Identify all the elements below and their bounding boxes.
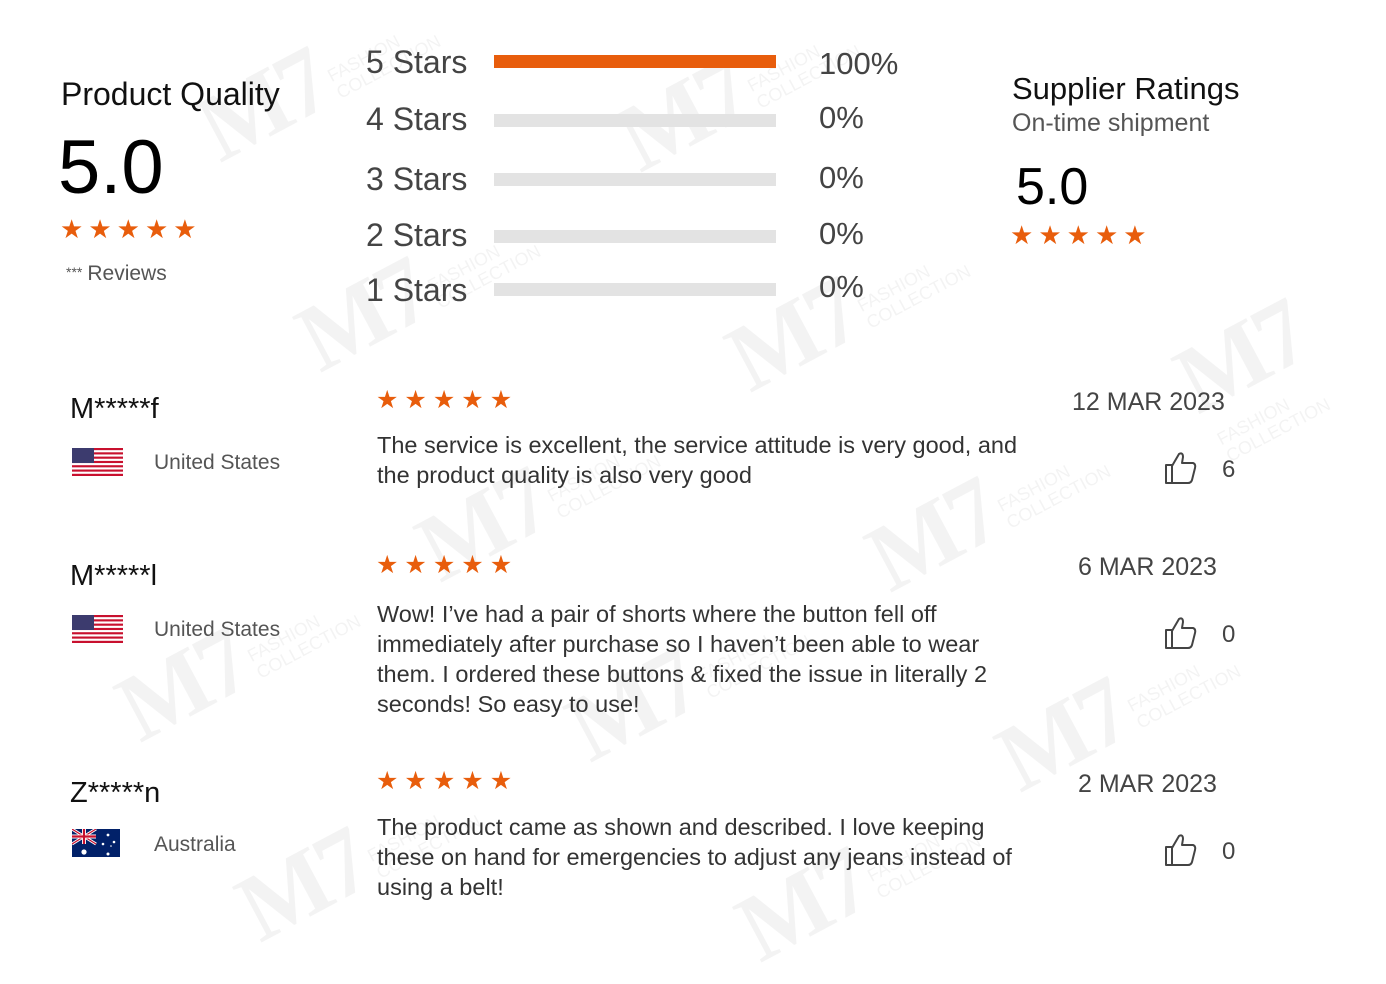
supplier-stars: ★ ★ ★ ★ ★ [1010, 220, 1152, 251]
distribution-bar-fill [494, 55, 776, 68]
thumbs-up-icon[interactable] [1164, 615, 1198, 651]
star-icon: ★ [376, 767, 399, 795]
distribution-bar [494, 114, 776, 127]
likes-count: 6 [1222, 456, 1236, 483]
star-icon: ★ [461, 551, 484, 579]
distribution-percent: 0% [819, 160, 864, 195]
star-icon: ★ [60, 214, 84, 244]
star-icon: ★ [376, 386, 399, 414]
product-quality-title: Product Quality [61, 76, 280, 112]
star-icon: ★ [376, 551, 399, 579]
review-stars: ★ ★ ★ ★ ★ [376, 385, 518, 415]
distribution-label: 1 Stars [366, 272, 468, 308]
reviews-count-mask: *** [66, 264, 83, 280]
us-flag-icon [72, 615, 123, 643]
supplier-ratings-subtitle: On-time shipment [1012, 109, 1210, 137]
star-icon: ★ [489, 386, 513, 414]
star-icon: ★ [116, 214, 140, 244]
thumbs-up-icon[interactable] [1164, 450, 1198, 486]
likes-count: 0 [1222, 838, 1236, 865]
review-text: The product came as shown and described.… [377, 814, 1012, 900]
review-text: Wow! I’ve had a pair of shorts where the… [377, 601, 988, 717]
distribution-percent: 0% [819, 216, 864, 251]
reviewer-name: Z*****n [70, 777, 161, 809]
star-icon: ★ [144, 214, 169, 244]
distribution-label: 4 Stars [366, 101, 468, 137]
distribution-label: 3 Stars [366, 161, 468, 197]
distribution-bar [494, 283, 776, 296]
likes-count: 0 [1222, 621, 1236, 648]
star-icon: ★ [88, 214, 112, 244]
star-icon: ★ [404, 551, 427, 579]
star-icon: ★ [461, 767, 484, 795]
star-icon: ★ [1066, 220, 1090, 250]
review-text: The service is excellent, the service at… [377, 432, 1018, 488]
review-stars: ★ ★ ★ ★ ★ [376, 766, 518, 796]
star-icon: ★ [489, 767, 513, 795]
au-flag-icon [72, 829, 120, 857]
star-icon: ★ [432, 551, 456, 579]
watermark-logo: M7FASHIONCOLLECTION [1157, 240, 1386, 469]
supplier-score: 5.0 [1016, 158, 1089, 216]
star-icon: ★ [404, 386, 427, 414]
reviews-count-link[interactable]: *** Reviews [66, 262, 167, 286]
thumbs-up-icon[interactable] [1164, 832, 1198, 868]
review-date: 6 MAR 2023 [1078, 553, 1217, 581]
distribution-label: 5 Stars [366, 44, 468, 80]
distribution-bar [494, 230, 776, 243]
product-quality-score: 5.0 [58, 125, 164, 210]
reviewer-country: United States [154, 451, 281, 474]
star-icon: ★ [173, 214, 197, 244]
star-icon: ★ [1123, 220, 1147, 250]
reviewer-name: M*****l [70, 560, 158, 592]
review-stars: ★ ★ ★ ★ ★ [376, 550, 518, 580]
distribution-bar [494, 55, 776, 68]
product-quality-stars: ★ ★ ★ ★ ★ [60, 214, 202, 245]
star-icon: ★ [1038, 220, 1062, 250]
reviewer-country: Australia [154, 833, 236, 856]
star-icon: ★ [489, 551, 513, 579]
star-icon: ★ [1010, 220, 1034, 250]
review-date: 2 MAR 2023 [1078, 770, 1217, 798]
distribution-percent: 0% [819, 100, 864, 135]
star-icon: ★ [461, 386, 484, 414]
star-icon: ★ [432, 386, 456, 414]
star-icon: ★ [432, 767, 456, 795]
reviews-label: Reviews [87, 262, 167, 285]
distribution-percent: 0% [819, 269, 864, 304]
distribution-bar [494, 173, 776, 186]
review-date: 12 MAR 2023 [1072, 388, 1225, 416]
reviewer-name: M*****f [70, 393, 159, 425]
us-flag-icon [72, 448, 123, 476]
star-icon: ★ [1094, 220, 1119, 250]
star-icon: ★ [404, 767, 427, 795]
supplier-ratings-title: Supplier Ratings [1012, 71, 1240, 106]
reviewer-country: United States [154, 618, 281, 641]
distribution-label: 2 Stars [366, 217, 468, 253]
distribution-percent: 100% [819, 46, 899, 81]
